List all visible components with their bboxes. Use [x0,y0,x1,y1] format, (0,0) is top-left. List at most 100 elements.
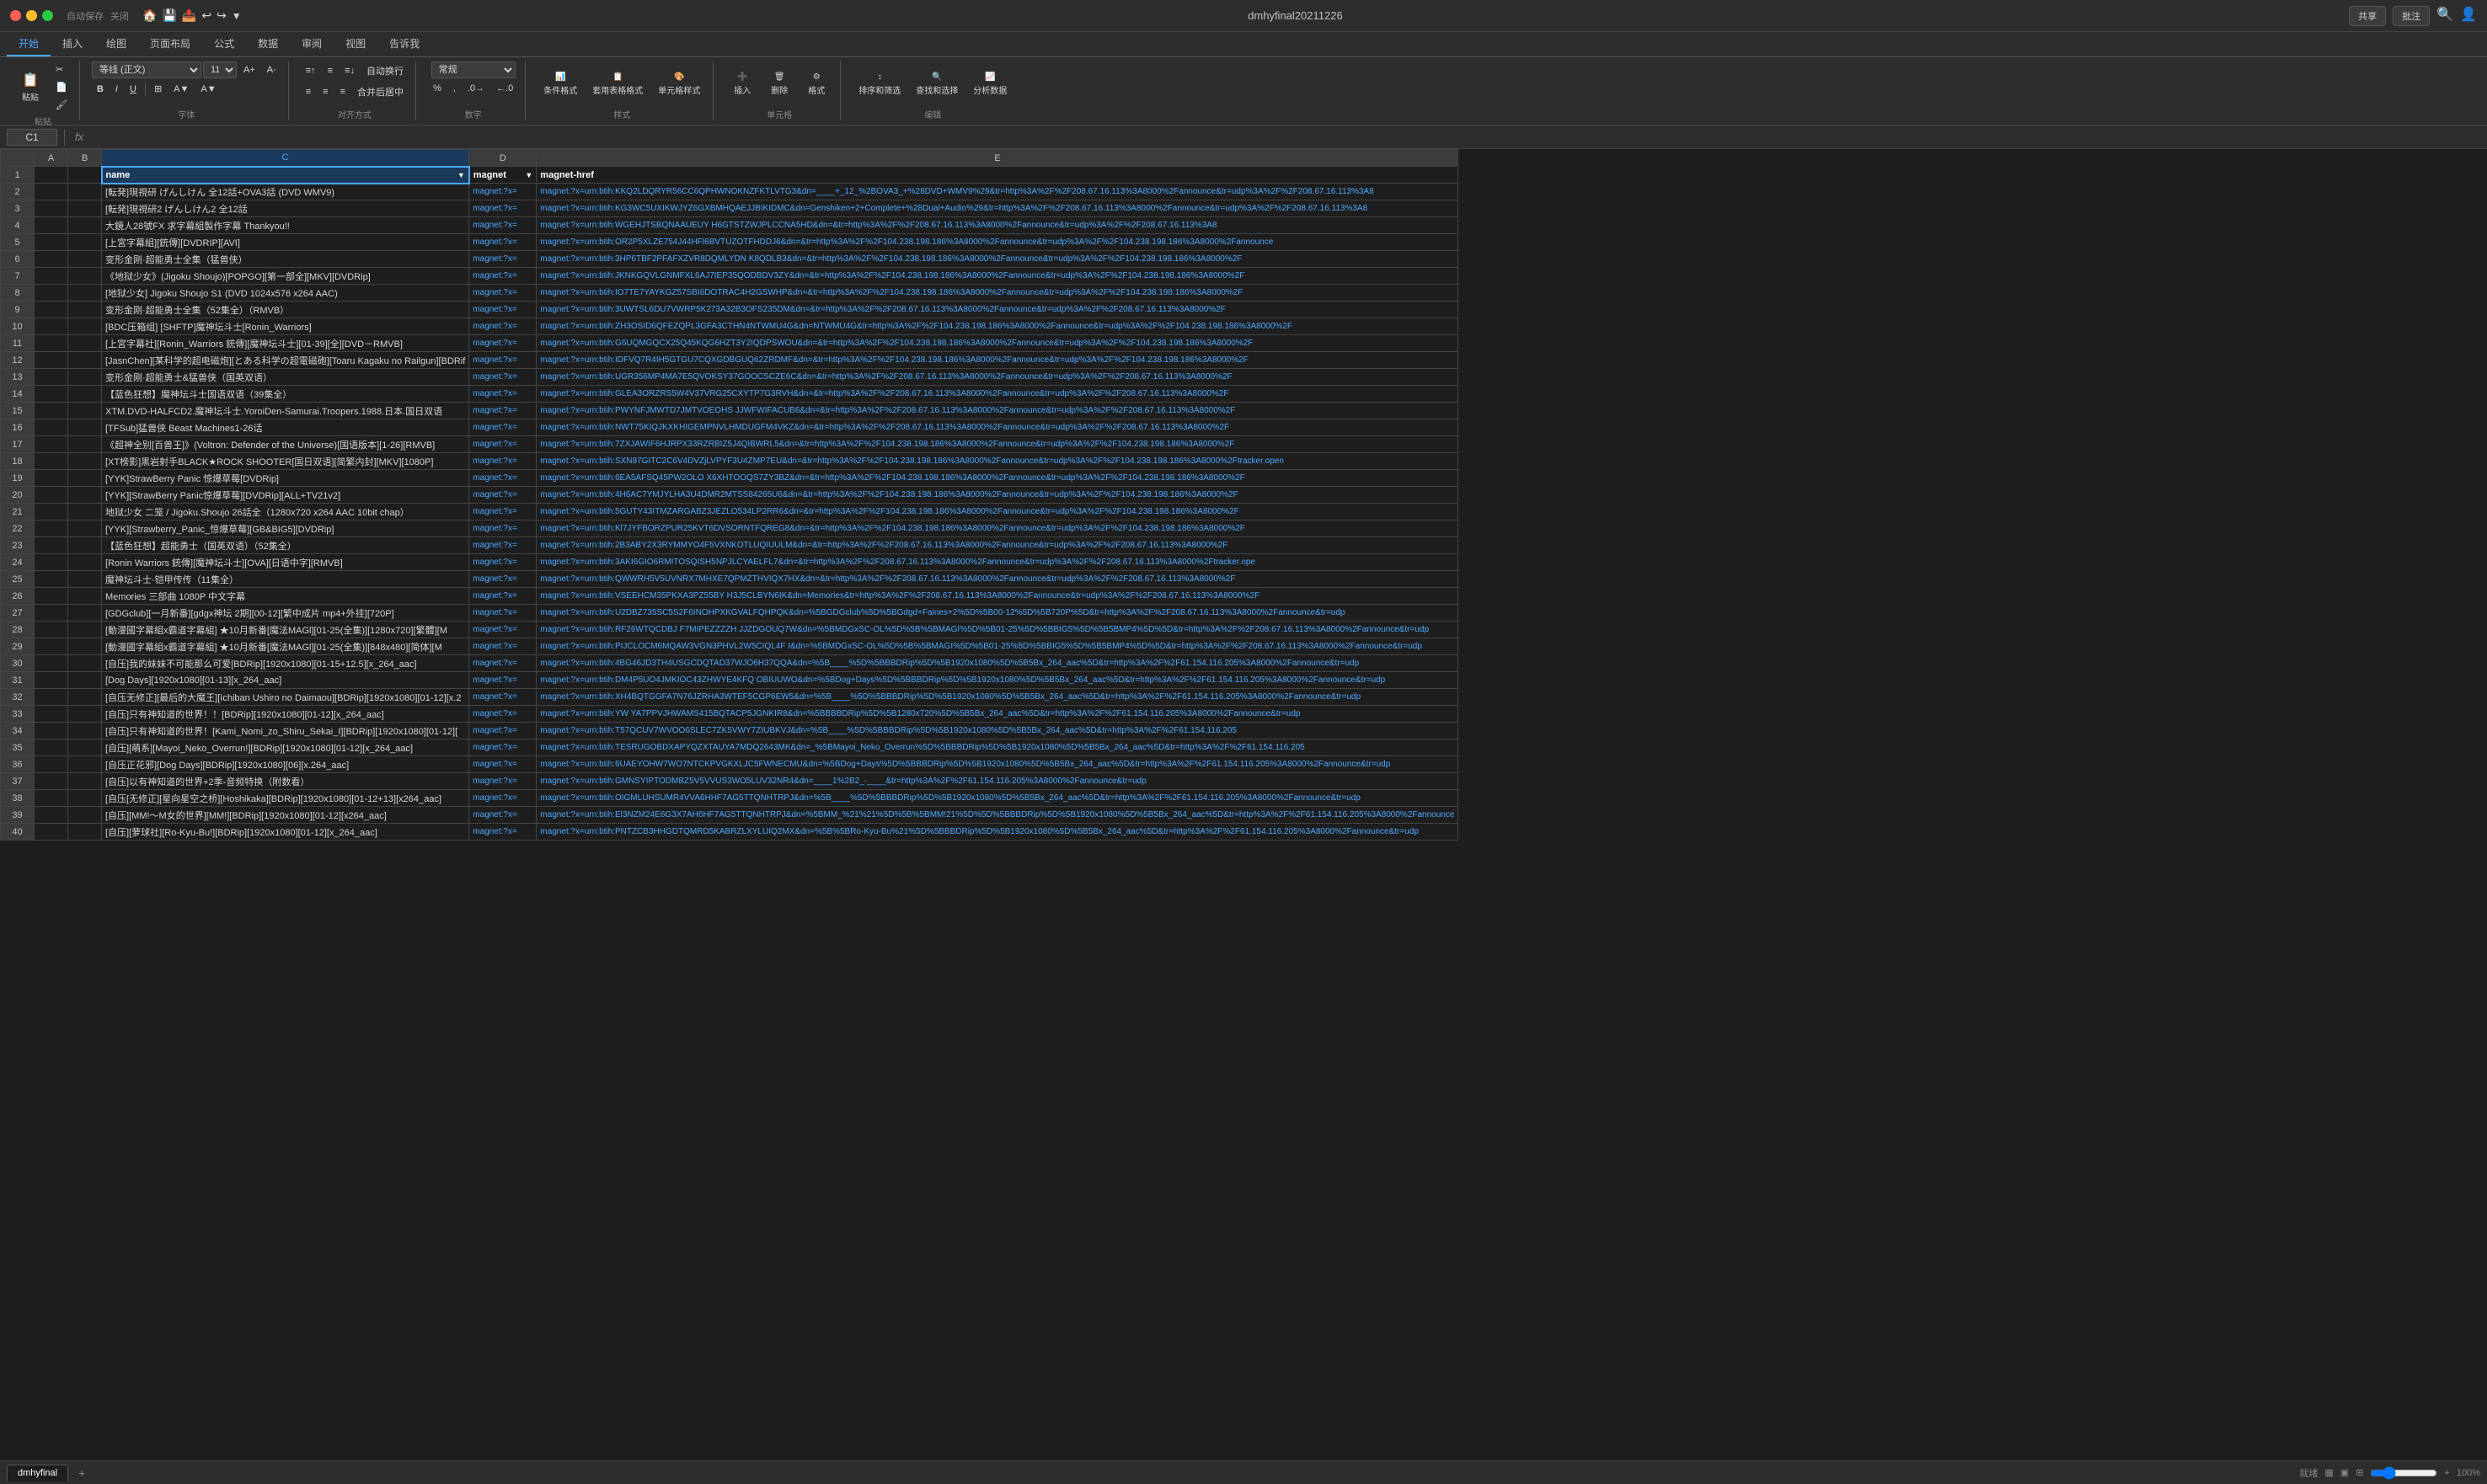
cell-30-B[interactable] [68,655,102,672]
cell-17-D[interactable]: magnet:?x= [469,436,537,453]
cell-30-A[interactable] [35,655,68,672]
cell-39-A[interactable] [35,807,68,824]
cell-15-D[interactable]: magnet:?x= [469,403,537,419]
cell-29-E[interactable]: magnet:?x=urn:btih:PIJCLOCM6MQAW3VGN3PHV… [537,638,1458,655]
export-icon[interactable]: 📤 [182,8,196,23]
format-cells-button[interactable]: ⚙ 格式 [800,62,833,106]
cell-3-D[interactable]: magnet:?x= [469,200,537,217]
tab-page-layout[interactable]: 页面布局 [138,32,202,56]
cell-14-E[interactable]: magnet:?x=urn:btih:GLEA3ORZRS5W4V37VRG25… [537,386,1458,403]
dropdown-icon[interactable]: ▼ [232,10,242,22]
cell-12-C[interactable]: [JasnChen][某科学的超电磁炮][とある科学の超電磁砲][Toaru K… [102,352,469,369]
cell-23-E[interactable]: magnet:?x=urn:btih:2B3ABY2X3RYMMYO4F5VXN… [537,537,1458,554]
cell-2-A[interactable] [35,184,68,200]
cell-18-E[interactable]: magnet:?x=urn:btih:SXN87GITC2C6V4DVZjLVP… [537,453,1458,470]
cell-31-A[interactable] [35,672,68,689]
border-button[interactable]: ⊞ [149,81,167,97]
cell-28-D[interactable]: magnet:?x= [469,622,537,638]
cell-22-E[interactable]: magnet:?x=urn:btih:Kl7JYFBORZPUR25KVT6DV… [537,520,1458,537]
cell-19-E[interactable]: magnet:?x=urn:btih:6EA5AFSQ45PW2OLO X6XH… [537,470,1458,487]
conditional-format-button[interactable]: 📊 条件格式 [538,62,583,106]
cell-18-D[interactable]: magnet:?x= [469,453,537,470]
cell-23-B[interactable] [68,537,102,554]
cell-40-E[interactable]: magnet:?x=urn:btih:PNTZCB3HHGDTQMRD5KABR… [537,824,1458,841]
cell-9-B[interactable] [68,302,102,318]
cell-30-C[interactable]: [自压]我的妹妹不可能那么可爱[BDRip][1920x1080][01-15+… [102,655,469,672]
cell-32-D[interactable]: magnet:?x= [469,689,537,706]
zoom-slider[interactable] [2370,1466,2437,1480]
cell-24-B[interactable] [68,554,102,571]
cell-34-D[interactable]: magnet:?x= [469,723,537,739]
cut-button[interactable]: ✂ [51,61,72,77]
insert-cells-button[interactable]: ➕ 插入 [725,62,759,106]
table-format-button[interactable]: 📋 套用表格格式 [586,62,649,106]
cell-8-A[interactable] [35,285,68,302]
cell-33-B[interactable] [68,706,102,723]
cell-19-D[interactable]: magnet:?x= [469,470,537,487]
share-button[interactable]: 共享 [2349,6,2386,26]
cell-35-C[interactable]: [自压][萌系][Mayoi_Neko_Overrun!][BDRip][192… [102,739,469,756]
cell-26-C[interactable]: Memories 三部曲 1080P 中文字幕 [102,588,469,605]
cell-22-C[interactable]: [YYK][Strawberry_Panic_惊爆草莓][GB&BIG5][DV… [102,520,469,537]
cell-11-E[interactable]: magnet:?x=urn:btih:G6UQMGQCX25Q45KQG6HZT… [537,335,1458,352]
cell-28-A[interactable] [35,622,68,638]
cell-28-C[interactable]: [動漫國字幕組x霸道字幕組] ★10月新番[魔法MAGl][01-25(全集)]… [102,622,469,638]
tab-view[interactable]: 视图 [334,32,377,56]
cell-14-D[interactable]: magnet:?x= [469,386,537,403]
cell-6-C[interactable]: 变形金刚·超能勇士全集（猛兽侠） [102,251,469,268]
cell-12-D[interactable]: magnet:?x= [469,352,537,369]
align-left-button[interactable]: ≡ [301,84,316,99]
cell-20-C[interactable]: [YYK][StrawBerry Panic惊爆草莓][DVDRip][ALL+… [102,487,469,504]
cell-2-C[interactable]: [転発]現視研 げんしけん 全12話+OVA3話 (DVD WMV9) [102,184,469,200]
add-sheet-button[interactable]: + [72,1464,92,1482]
cell-16-B[interactable] [68,419,102,436]
cell-34-E[interactable]: magnet:?x=urn:btih:T57QCUV7WVOO6SLEC7ZK5… [537,723,1458,739]
cell-29-D[interactable]: magnet:?x= [469,638,537,655]
undo-icon[interactable]: ↩ [201,8,211,23]
col-header-d[interactable]: D [469,150,537,167]
cell-10-A[interactable] [35,318,68,335]
percent-button[interactable]: % [428,81,447,96]
underline-button[interactable]: U [125,82,142,97]
cell-17-C[interactable]: 《超神全别[百兽王]》(Voltron: Defender of the Uni… [102,436,469,453]
cell-32-A[interactable] [35,689,68,706]
cell-22-D[interactable]: magnet:?x= [469,520,537,537]
cell-39-B[interactable] [68,807,102,824]
cell-26-A[interactable] [35,588,68,605]
cell-33-D[interactable]: magnet:?x= [469,706,537,723]
cell-27-D[interactable]: magnet:?x= [469,605,537,622]
cell-39-C[interactable]: [自压][MM!～M女的世界][MM!][BDRip][1920x1080][0… [102,807,469,824]
view-normal-icon[interactable]: ▦ [2324,1467,2333,1478]
cell-1-A[interactable] [35,167,68,184]
cell-23-D[interactable]: magnet:?x= [469,537,537,554]
cell-7-B[interactable] [68,268,102,285]
cell-20-A[interactable] [35,487,68,504]
cell-19-B[interactable] [68,470,102,487]
format-painter-button[interactable]: 🖌 [51,97,72,113]
cell-9-E[interactable]: magnet:?x=urn:btih:3UWTSL6DU7VWRP5K273A3… [537,302,1458,318]
cell-reference-input[interactable] [7,129,57,146]
cell-4-E[interactable]: magnet:?x=urn:btih:WGEHJTSBQNAAUEUY H6GT… [537,217,1458,234]
cell-11-A[interactable] [35,335,68,352]
cell-25-C[interactable]: 魔神坛斗士·铠甲传传（11集全） [102,571,469,588]
cell-38-D[interactable]: magnet:?x= [469,790,537,807]
decrease-decimal-button[interactable]: ←.0 [491,81,518,96]
analyze-data-button[interactable]: 📈 分析数据 [967,62,1013,106]
cell-5-B[interactable] [68,234,102,251]
cell-40-A[interactable] [35,824,68,841]
bold-button[interactable]: B [92,82,109,97]
tab-formula[interactable]: 公式 [202,32,246,56]
cell-7-C[interactable]: 《地狱少女》(Jigoku Shoujo)[POPGO][第一部全][MKV][… [102,268,469,285]
cell-39-E[interactable]: magnet:?x=urn:btih:El3NZM24E6G3X7AH6HF7A… [537,807,1458,824]
cell-4-D[interactable]: magnet:?x= [469,217,537,234]
cell-33-E[interactable]: magnet:?x=urn:btih:YW YA7PPVJHWAMS415BQT… [537,706,1458,723]
cell-3-C[interactable]: [転発]現視研2 げんしけん2 全12話 [102,200,469,217]
tab-insert[interactable]: 插入 [51,32,94,56]
decrease-font-button[interactable]: A- [262,62,281,77]
fill-color-button[interactable]: A▼ [168,82,194,97]
cell-7-E[interactable]: magnet:?x=urn:btih:JKNKGQVLGNMFXL6AJ7IEP… [537,268,1458,285]
cell-6-A[interactable] [35,251,68,268]
tab-draw[interactable]: 绘图 [94,32,138,56]
cell-11-C[interactable]: [上宮字幕社][Ronin_Warriors 銃傳][魔神坛斗士][01-39]… [102,335,469,352]
cell-18-B[interactable] [68,453,102,470]
